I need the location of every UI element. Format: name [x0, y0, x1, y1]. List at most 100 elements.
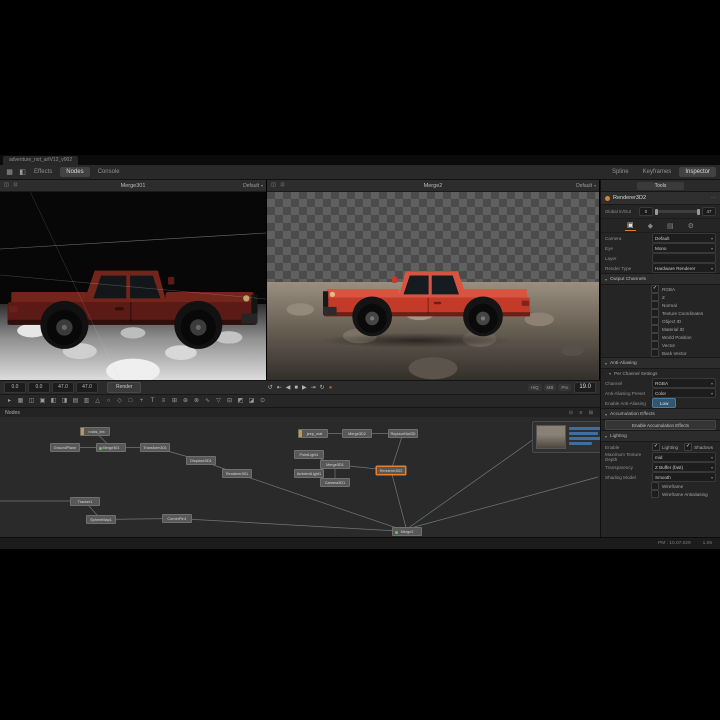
node-tool-icon-9[interactable]: △ — [93, 397, 102, 406]
graph-node-merge2[interactable]: Merge2 — [392, 527, 422, 536]
node-tool-icon-18[interactable]: ⊗ — [192, 397, 201, 406]
graph-node-groundplane[interactable]: GroundPlane — [50, 443, 80, 452]
node-tool-icon-23[interactable]: ◪ — [247, 397, 256, 406]
stop-icon[interactable]: ■ — [294, 385, 298, 391]
graph-node-ambientlight1[interactable]: AmbientLight1 — [294, 469, 324, 478]
play-reverse-icon[interactable]: ◀ — [286, 384, 291, 391]
node-tool-icon-22[interactable]: ◩ — [236, 397, 245, 406]
checkbox-row-wireframe[interactable]: Wireframe — [601, 482, 720, 490]
current-frame-field[interactable]: 19.0 — [574, 382, 596, 393]
render-range-icon[interactable]: ● — [329, 385, 333, 391]
graph-node-transform301[interactable]: Transform301 — [140, 443, 170, 452]
render-button[interactable]: Render — [107, 382, 141, 393]
checkbox-row-world-position[interactable]: World Position — [601, 333, 720, 341]
global-range-slider[interactable] — [655, 210, 700, 213]
channel-dropdown[interactable]: RGBA▾ — [652, 378, 716, 388]
graph-node-spheremap1[interactable]: SphereMap1 — [86, 515, 116, 524]
roi-icon[interactable]: ⊡ — [279, 181, 286, 190]
global-in-field[interactable]: 0 — [639, 207, 653, 216]
transport-field-2[interactable]: 47.0 — [52, 382, 74, 393]
subview-icon[interactable]: ◫ — [270, 181, 277, 190]
viewer-right-canvas[interactable] — [267, 191, 599, 380]
checkbox-row-material-id[interactable]: Material ID — [601, 325, 720, 333]
graph-node-cornerpin1[interactable]: CornerPin1 — [162, 514, 192, 523]
roi-icon[interactable]: ⊡ — [12, 181, 19, 190]
render-type-dropdown[interactable]: Hardware Renderer▾ — [652, 263, 716, 273]
ping-pong-icon[interactable]: ↻ — [320, 384, 325, 391]
menu-button-console[interactable]: Console — [92, 167, 126, 177]
node-tool-icon-8[interactable]: ▥ — [82, 397, 91, 406]
transport-field-3[interactable]: 47.0 — [76, 382, 98, 393]
quality-button-prx[interactable]: Prx — [558, 384, 571, 391]
node-menu-icon[interactable]: ⋯ — [711, 195, 716, 201]
checkbox-row-object-id[interactable]: Object ID — [601, 317, 720, 325]
composition-tab[interactable]: adventure_not_artV12_v002 — [3, 156, 78, 165]
transport-field-1[interactable]: 0.0 — [28, 382, 50, 393]
checkbox-row-back-vector[interactable]: Back Vector — [601, 349, 720, 357]
quality-button-mb[interactable]: MB — [544, 384, 557, 391]
node-tool-icon-14[interactable]: T — [148, 397, 157, 406]
checkbox-row-normal[interactable]: Normal — [601, 301, 720, 309]
layer-field[interactable] — [652, 253, 716, 263]
media-pool-icon[interactable]: ▦ — [4, 167, 15, 178]
subview-icon[interactable]: ◫ — [3, 181, 10, 190]
tab-settings-icon[interactable]: ⚙ — [686, 221, 696, 231]
graph-node-renderer301[interactable]: Renderer301 — [222, 469, 252, 478]
go-to-start-icon[interactable]: ⇤ — [277, 384, 282, 391]
checkbox-row-vector[interactable]: Vector — [601, 341, 720, 349]
graph-node-merge301[interactable]: Merge301 — [96, 443, 126, 452]
go-to-end-icon[interactable]: ⇥ — [311, 384, 316, 391]
menu-button-nodes[interactable]: Nodes — [60, 167, 89, 177]
transparency-dropdown[interactable]: Z Buffer (fast)▾ — [652, 462, 716, 472]
menu-button-effects[interactable]: Effects — [28, 167, 58, 177]
section-output-channels[interactable]: ▾Output Channels — [601, 273, 720, 285]
checkbox-shadows[interactable]: Shadows — [684, 443, 713, 451]
graph-node-camera3d1[interactable]: Camera3D1 — [320, 478, 350, 487]
graph-node-replacemat3d[interactable]: ReplaceMat3D — [388, 429, 418, 438]
node-tool-icon-10[interactable]: ○ — [104, 397, 113, 406]
graph-node-pointlight1[interactable]: PointLight1 — [294, 450, 324, 459]
node-tool-icon-16[interactable]: ⊞ — [170, 397, 179, 406]
node-tool-icon-6[interactable]: ◨ — [60, 397, 69, 406]
camera-dropdown[interactable]: Default▾ — [652, 233, 716, 243]
section-anti-aliasing[interactable]: ▾Anti-Aliasing — [601, 357, 720, 369]
section-lighting[interactable]: ▾Lighting — [601, 430, 720, 442]
section-accumulation-effects[interactable]: ▾Accumulation Effects — [601, 408, 720, 420]
tab-image-icon[interactable]: ▤ — [665, 221, 676, 231]
viewer-left-lut-dropdown[interactable]: Default ▾ — [243, 183, 263, 189]
organize-icon[interactable]: ≡ — [577, 410, 585, 416]
range-handle-in[interactable] — [655, 209, 658, 215]
enable-accumulation-effects-button[interactable]: Enable Accumulation Effects — [605, 420, 716, 430]
section-per-channel-settings[interactable]: ▾Per Channel Settings — [601, 369, 720, 378]
node-tool-icon-5[interactable]: ◧ — [49, 397, 58, 406]
graph-node-displace3d1[interactable]: Displace3D1 — [186, 456, 216, 465]
graph-node-merge3d1[interactable]: Merge3D1 — [320, 460, 350, 469]
menu-button-inspector[interactable]: Inspector — [679, 167, 716, 177]
transport-field-0[interactable]: 0.0 — [4, 382, 26, 393]
node-graph[interactable]: rocks_texGroundPlane Merge301 Transform301… — [0, 417, 600, 537]
preview-thumbnail[interactable] — [536, 425, 566, 449]
node-tool-icon-4[interactable]: ▣ — [38, 397, 47, 406]
graph-node-jeep-mat[interactable]: jeep_mat — [298, 429, 328, 438]
checkbox-row-wireframe-antialiasing[interactable]: Wireframe Antialiasing — [601, 490, 720, 498]
viewer-left-canvas[interactable] — [0, 191, 266, 380]
menu-button-spline[interactable]: Spline — [606, 167, 635, 177]
split-view-icon[interactable]: ◧ — [17, 167, 28, 178]
checkbox-lighting[interactable]: Lighting — [652, 443, 678, 451]
node-tool-icon-24[interactable]: ⊙ — [258, 397, 267, 406]
inspector-tools-tab[interactable]: Tools — [637, 182, 685, 190]
global-out-field[interactable]: 47 — [702, 207, 716, 216]
node-tool-icon-2[interactable]: ▦ — [16, 397, 25, 406]
node-tool-icon-15[interactable]: ≡ — [159, 397, 168, 406]
tab-materials-icon[interactable]: ◆ — [646, 221, 655, 231]
node-tool-icon-3[interactable]: ◫ — [27, 397, 36, 406]
menu-button-keyframes[interactable]: Keyframes — [637, 167, 678, 177]
anti-aliasing-preset-dropdown[interactable]: Color▾ — [652, 388, 716, 398]
graph-node-renderer3d2[interactable]: Renderer3D2 — [376, 466, 406, 475]
node-tool-icon-1[interactable]: ▸ — [5, 397, 14, 406]
shading-model-dropdown[interactable]: Smooth▾ — [652, 472, 716, 482]
checkbox-row-texture-coordinates[interactable]: Texture Coordinates — [601, 309, 720, 317]
node-tool-icon-20[interactable]: ▽ — [214, 397, 223, 406]
node-tool-icon-7[interactable]: ▤ — [71, 397, 80, 406]
graph-node-rocks-tex[interactable]: rocks_tex — [80, 427, 110, 436]
